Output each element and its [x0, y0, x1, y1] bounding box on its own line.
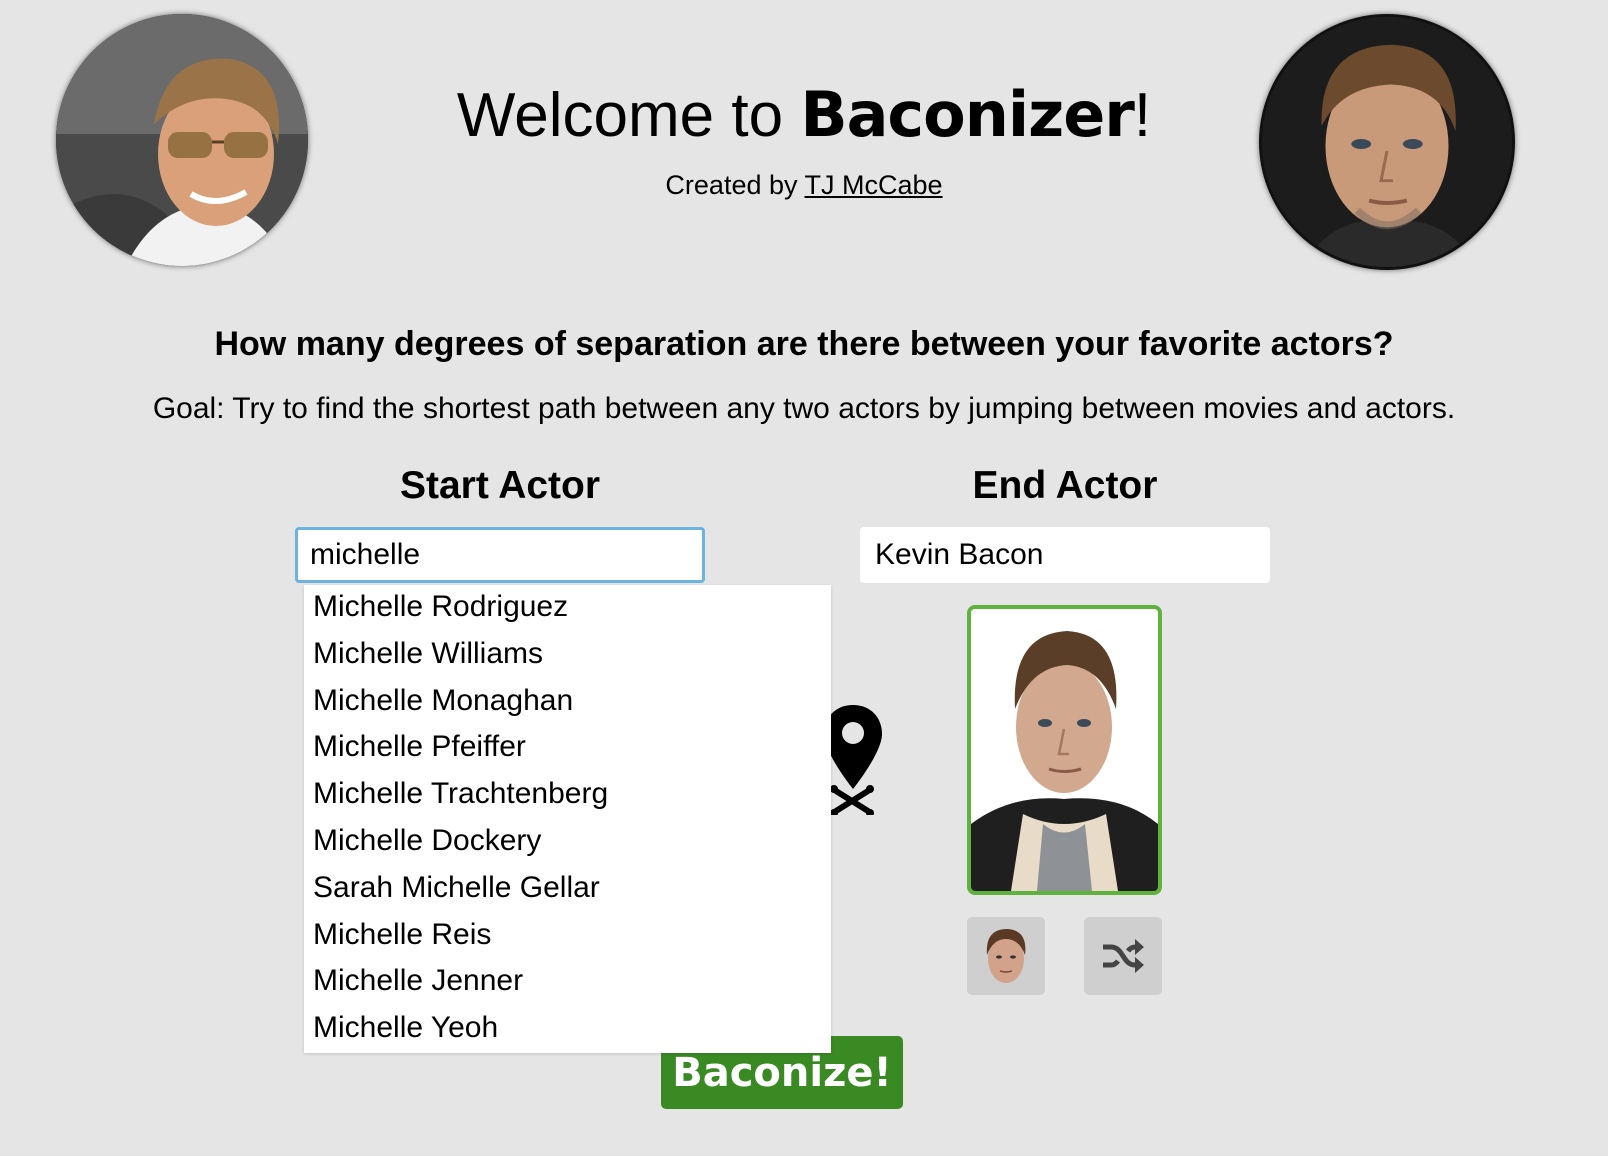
end-actor-photo-card: [967, 605, 1162, 895]
shuffle-icon: [1103, 939, 1144, 973]
suggestion-item[interactable]: Sarah Michelle Gellar: [304, 866, 831, 913]
intro-question: How many degrees of separation are there…: [214, 325, 1394, 363]
start-actor-heading: Start Actor: [399, 464, 601, 507]
end-actor-heading: End Actor: [972, 464, 1158, 507]
suggestion-item[interactable]: Michelle Monaghan: [304, 679, 831, 726]
suggestion-item[interactable]: Michelle Dockery: [304, 819, 831, 866]
author-link[interactable]: TJ McCabe: [805, 170, 943, 200]
suggestion-item[interactable]: Michelle Williams: [304, 632, 831, 679]
suggestion-item[interactable]: Michelle Yeoh: [304, 1006, 831, 1053]
end-actor-input[interactable]: [860, 527, 1270, 583]
suggestion-item[interactable]: Michelle Jenner: [304, 959, 831, 1006]
kevin-bacon-portrait-right: [1259, 14, 1515, 270]
shuffle-button[interactable]: [1084, 917, 1162, 995]
start-actor-input[interactable]: [295, 527, 705, 583]
brand-name: Baconizer: [800, 78, 1135, 151]
end-actor-photo: [971, 609, 1158, 891]
title-prefix: Welcome to: [456, 81, 801, 150]
title-suffix: !: [1133, 81, 1152, 150]
kevin-bacon-face-button[interactable]: [967, 917, 1045, 995]
portrait-right-illustration: [1262, 17, 1512, 267]
suggestion-item[interactable]: Michelle Reis: [304, 913, 831, 960]
start-actor-suggestions: Michelle Rodriguez Michelle Williams Mic…: [304, 585, 831, 1053]
suggestion-item[interactable]: Michelle Trachtenberg: [304, 772, 831, 819]
suggestion-item[interactable]: Michelle Pfeiffer: [304, 725, 831, 772]
byline-prefix: Created by: [665, 170, 805, 200]
suggestion-item[interactable]: Michelle Rodriguez: [304, 585, 831, 632]
baconizer-page: Welcome to Baconizer! Created by TJ McCa…: [0, 0, 1608, 1156]
kevin-bacon-face-icon: [986, 929, 1026, 983]
intro-goal: Goal: Try to find the shortest path betw…: [152, 392, 1456, 425]
